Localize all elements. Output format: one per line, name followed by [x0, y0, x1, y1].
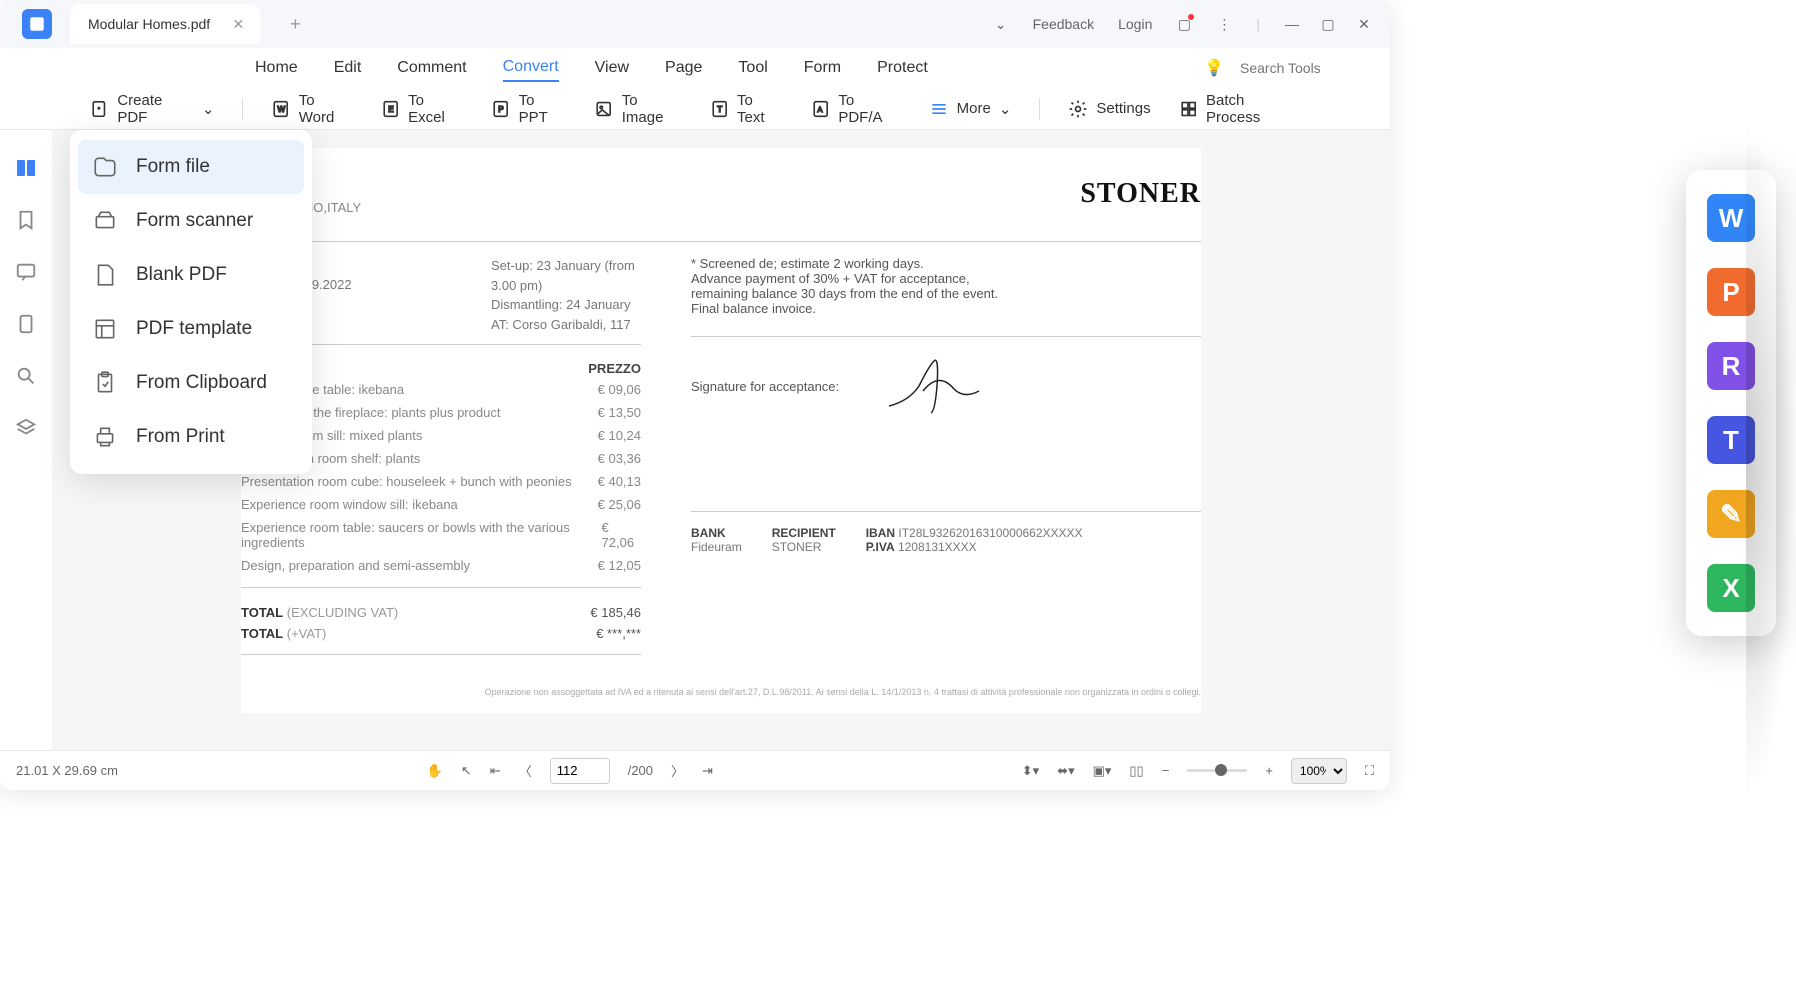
more-button[interactable]: More⌄ [929, 99, 1012, 119]
menu-comment[interactable]: Comment [397, 55, 466, 81]
document-tab[interactable]: Modular Homes.pdf ✕ [70, 4, 260, 44]
dd-blank-pdf[interactable]: Blank PDF [70, 248, 312, 302]
new-tab-button[interactable]: + [290, 14, 301, 35]
to-excel-button[interactable]: ETo Excel [381, 92, 463, 126]
to-word-tile[interactable]: W [1707, 194, 1755, 242]
svg-text:T: T [717, 105, 722, 114]
menu-protect[interactable]: Protect [877, 55, 928, 81]
chevron-down-icon[interactable]: ⌄ [993, 16, 1009, 32]
svg-text:E: E [388, 105, 394, 114]
svg-text:A: A [817, 105, 822, 114]
fit-page-icon[interactable]: ▣▾ [1093, 763, 1112, 779]
page-number-input[interactable] [550, 758, 610, 784]
to-text-tile[interactable]: T [1707, 416, 1755, 464]
create-pdf-button[interactable]: Create PDF⌄ [90, 92, 214, 126]
to-ppt-button[interactable]: PTo PPT [491, 92, 566, 126]
dd-form-scanner[interactable]: Form scanner [70, 194, 312, 248]
doc-fineprint: Operazione non assoggettata ad IVA ed a … [241, 687, 1201, 697]
dd-from-clipboard[interactable]: From Clipboard [70, 356, 312, 410]
menu-view[interactable]: View [595, 55, 629, 81]
settings-button[interactable]: Settings [1068, 99, 1150, 119]
next-page-icon[interactable]: 〉 [671, 761, 684, 780]
search-icon[interactable] [12, 362, 40, 390]
to-word-button[interactable]: WTo Word [271, 92, 352, 126]
convert-shortcuts-panel: W P R T ✎ X [1686, 170, 1776, 636]
fit-width-icon[interactable]: ⬌▾ [1057, 763, 1074, 779]
to-image-tile[interactable]: ✎ [1707, 490, 1755, 538]
to-rtf-tile[interactable]: R [1707, 342, 1755, 390]
last-page-icon[interactable]: ⇥ [702, 763, 713, 779]
signature-icon [879, 351, 989, 421]
close-icon[interactable]: ✕ [232, 16, 244, 33]
dd-form-file[interactable]: Form file [78, 140, 304, 194]
menu-home[interactable]: Home [255, 55, 298, 81]
menu-convert[interactable]: Convert [503, 54, 559, 82]
minimize-icon[interactable]: — [1284, 16, 1300, 32]
titlebar: Modular Homes.pdf ✕ + ⌄ Feedback Login ▢… [0, 0, 1390, 48]
page-total: /200 [628, 763, 653, 778]
menu-tool[interactable]: Tool [738, 55, 767, 81]
svg-text:W: W [278, 105, 286, 114]
dd-pdf-template[interactable]: PDF template [70, 302, 312, 356]
zoom-select[interactable]: 100% [1291, 758, 1347, 784]
two-page-icon[interactable]: ▯▯ [1129, 763, 1143, 779]
document-page: VIA PDF.9 2022 MILANO,ITALY STONER DATA … [241, 148, 1201, 713]
to-image-button[interactable]: To Image [594, 92, 681, 126]
batch-button[interactable]: Batch Process [1179, 92, 1300, 126]
close-window-icon[interactable]: ✕ [1356, 16, 1372, 32]
to-text-button[interactable]: TTo Text [710, 92, 783, 126]
tab-title: Modular Homes.pdf [88, 16, 210, 32]
fit-height-icon[interactable]: ⬍▾ [1022, 763, 1039, 779]
bookmark-icon[interactable] [12, 206, 40, 234]
thumbnails-icon[interactable] [12, 154, 40, 182]
prev-page-icon[interactable]: 〈 [519, 761, 532, 780]
create-dropdown: Form file Form scanner Blank PDF PDF tem… [70, 130, 312, 474]
chevron-down-icon: ⌄ [202, 100, 215, 118]
select-tool-icon[interactable]: ↖ [461, 763, 472, 779]
doc-brand: STONER [1080, 178, 1201, 217]
kebab-icon[interactable]: ⋮ [1216, 16, 1232, 32]
comment-icon[interactable] [12, 258, 40, 286]
maximize-icon[interactable]: ▢ [1320, 16, 1336, 32]
bulb-icon[interactable]: 💡 [1204, 58, 1224, 78]
statusbar: 21.01 X 29.69 cm ✋ ↖ ⇤ 〈 /200 〉 ⇥ ⬍▾ ⬌▾ … [0, 750, 1390, 790]
menu-page[interactable]: Page [665, 55, 702, 81]
feedback-link[interactable]: Feedback [1033, 16, 1094, 32]
layers-icon[interactable] [12, 414, 40, 442]
attachment-icon[interactable] [12, 310, 40, 338]
share-icon[interactable]: ▢ [1176, 16, 1192, 32]
to-pdfa-button[interactable]: ATo PDF/A [811, 92, 901, 126]
svg-text:P: P [498, 105, 503, 114]
first-page-icon[interactable]: ⇤ [490, 763, 501, 779]
menu-form[interactable]: Form [804, 55, 841, 81]
fullscreen-icon[interactable]: ⛶ [1365, 763, 1374, 779]
toolbar: Create PDF⌄ WTo Word ETo Excel PTo PPT T… [0, 88, 1390, 130]
zoom-out-icon[interactable]: − [1162, 763, 1170, 778]
search-input[interactable] [1240, 60, 1360, 76]
zoom-slider[interactable] [1187, 769, 1247, 772]
to-ppt-tile[interactable]: P [1707, 268, 1755, 316]
login-link[interactable]: Login [1118, 16, 1152, 32]
chevron-down-icon: ⌄ [999, 100, 1012, 118]
zoom-in-icon[interactable]: + [1265, 763, 1273, 778]
menubar: Home Edit Comment Convert View Page Tool… [0, 48, 1390, 88]
menu-edit[interactable]: Edit [334, 55, 362, 81]
hand-tool-icon[interactable]: ✋ [427, 763, 443, 779]
sidebar [0, 130, 52, 750]
dd-from-print[interactable]: From Print [70, 410, 312, 464]
app-logo [22, 9, 52, 39]
to-excel-tile[interactable]: X [1707, 564, 1755, 612]
page-dimensions: 21.01 X 29.69 cm [16, 763, 118, 778]
